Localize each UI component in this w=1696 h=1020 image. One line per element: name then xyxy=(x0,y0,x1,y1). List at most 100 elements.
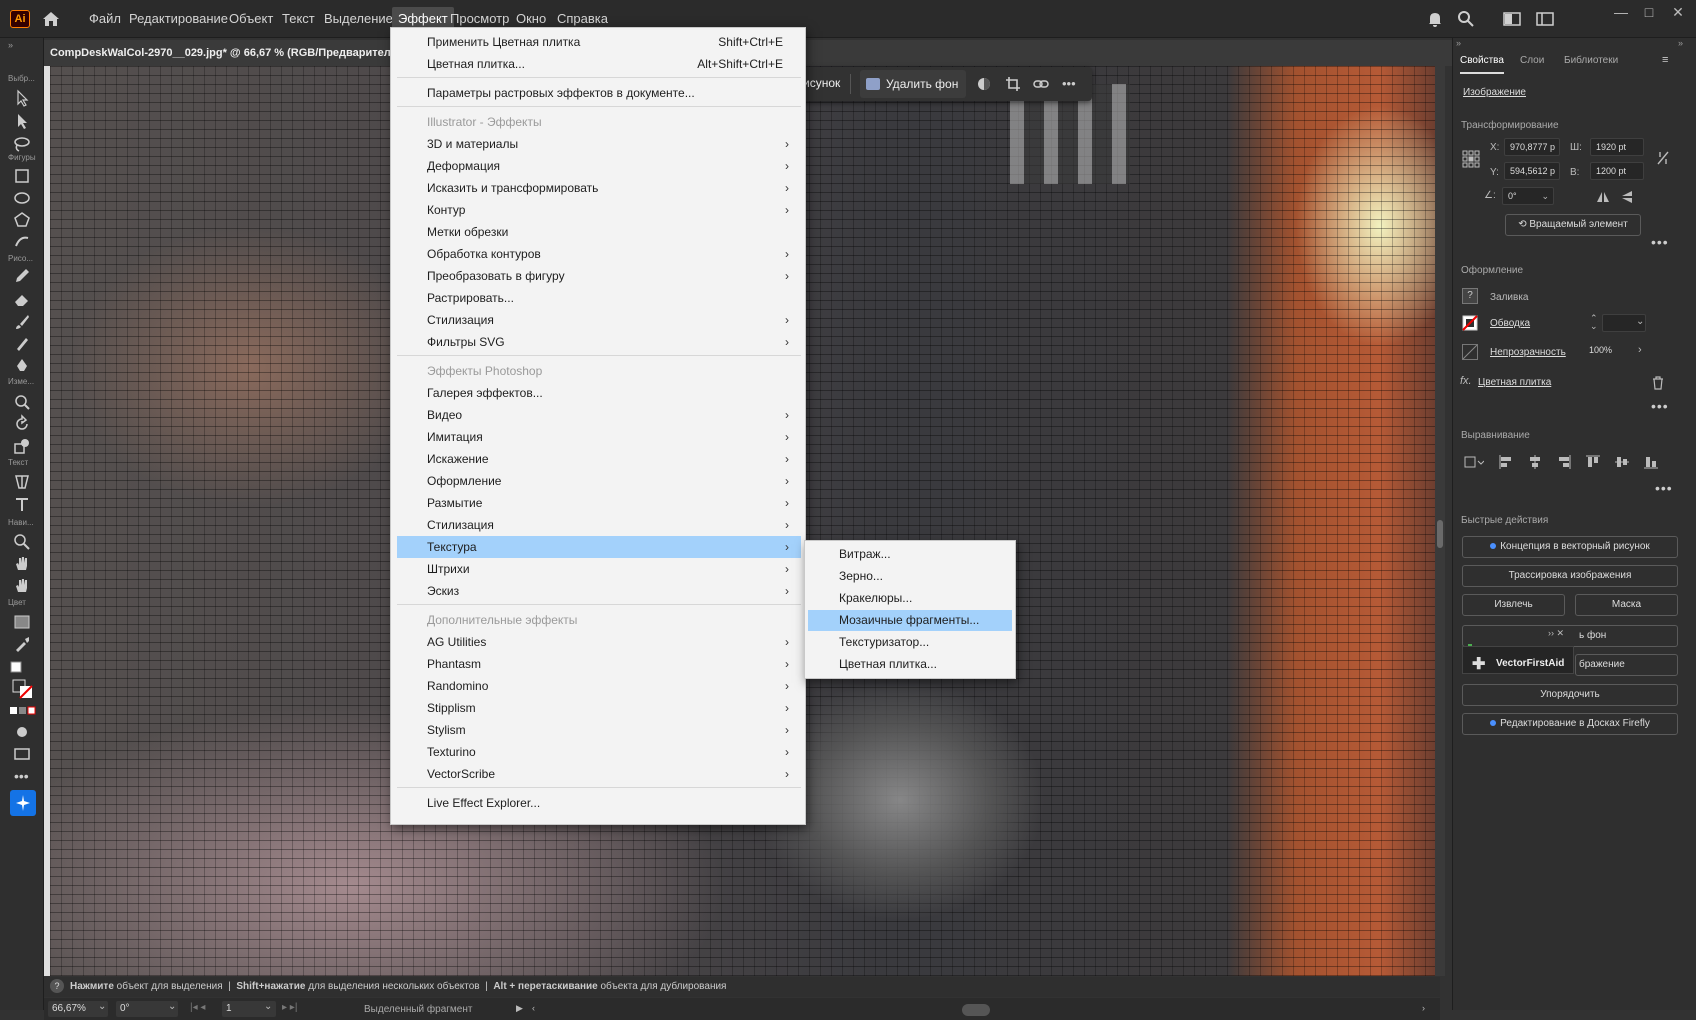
blob-brush-tool-icon[interactable] xyxy=(12,334,34,354)
menu-stylize-illustrator[interactable]: Стилизация › xyxy=(397,309,801,331)
eyedropper-tool-icon[interactable] xyxy=(12,634,34,654)
opacity-icon[interactable] xyxy=(1462,344,1478,360)
artboard-prev-icons[interactable]: |◂ ◂ xyxy=(190,1002,205,1013)
scroll-right-icon[interactable]: › xyxy=(1422,1003,1425,1013)
align-hcenter-icon[interactable] xyxy=(1527,454,1543,470)
shaper-tool-icon[interactable] xyxy=(12,232,34,252)
zoom-dropdown-icon[interactable]: ⌄ xyxy=(98,1001,106,1012)
link-icon[interactable] xyxy=(1033,76,1049,92)
menu-stipplism[interactable]: Stipplism › xyxy=(397,697,801,719)
remove-bg-button[interactable]: ь фон xyxy=(1462,625,1678,647)
bell-icon[interactable] xyxy=(1425,9,1445,29)
direct-selection-tool-icon[interactable] xyxy=(12,111,34,131)
close-button[interactable]: ✕ xyxy=(1667,4,1689,20)
screen-mode-icon[interactable] xyxy=(12,744,34,764)
tab-layers[interactable]: Слои xyxy=(1520,48,1544,74)
trash-icon[interactable] xyxy=(1652,376,1664,390)
menu-blur[interactable]: Размытие › xyxy=(397,492,801,514)
help-icon[interactable]: ? xyxy=(50,979,64,994)
eraser-tool-icon[interactable] xyxy=(12,289,34,309)
angle-field[interactable]: 0° ⌄ xyxy=(1502,187,1554,205)
image-button-partial[interactable]: бражение xyxy=(1575,654,1678,676)
vertical-scrollbar-thumb[interactable] xyxy=(1437,520,1443,548)
horizontal-scrollbar-thumb[interactable] xyxy=(962,1004,990,1016)
menu-text[interactable]: Текст xyxy=(276,0,321,38)
flip-horizontal-icon[interactable] xyxy=(1596,190,1610,204)
scale-tool-icon[interactable] xyxy=(12,436,34,456)
type-tool-icon[interactable] xyxy=(12,494,34,514)
vectorize-button[interactable]: Концепция в векторный рисунок xyxy=(1462,536,1678,558)
menu-effect-gallery[interactable]: Галерея эффектов... xyxy=(397,382,801,404)
transform-more-icon[interactable]: ••• xyxy=(1651,234,1669,250)
arrange-button[interactable]: Упорядочить xyxy=(1462,684,1678,706)
menu-distort-transform[interactable]: Исказить и трансформировать › xyxy=(397,177,801,199)
draw-mode-icon[interactable] xyxy=(12,722,34,742)
submenu-stained-glass[interactable]: Витраж... xyxy=(808,544,1012,565)
workspace-icon[interactable] xyxy=(1535,9,1555,29)
plugin-plus-icon[interactable]: ✚ xyxy=(1472,654,1485,674)
firefly-edit-button[interactable]: Редактирование в Досках Firefly xyxy=(1462,713,1678,735)
menu-live-effect-explorer[interactable]: Live Effect Explorer... xyxy=(397,792,801,814)
align-more-icon[interactable]: ••• xyxy=(1655,480,1673,496)
submenu-grain[interactable]: Зерно... xyxy=(808,566,1012,587)
rotation-dropdown-icon[interactable]: ⌄ xyxy=(168,1001,176,1012)
ctx-more-icon[interactable]: ••• xyxy=(1062,76,1078,92)
tab-libraries[interactable]: Библиотеки xyxy=(1564,48,1618,74)
scroll-left-icon[interactable]: ‹ xyxy=(532,1003,535,1013)
menu-sketch[interactable]: Эскиз › xyxy=(397,580,801,602)
home-icon[interactable] xyxy=(40,8,62,30)
brush-tool-icon[interactable] xyxy=(12,312,34,332)
menu-rasterize[interactable]: Растрировать... xyxy=(397,287,801,309)
menu-design[interactable]: Оформление › xyxy=(397,470,801,492)
rotate-tool-icon[interactable] xyxy=(12,414,34,434)
x-field[interactable]: 970,8777 p xyxy=(1504,138,1560,156)
gradient-tool-icon[interactable] xyxy=(12,612,34,632)
selection-tool-icon[interactable] xyxy=(12,88,34,108)
menu-svg-filters[interactable]: Фильтры SVG › xyxy=(397,331,801,353)
menu-last-effect[interactable]: Цветная плитка... Alt+Shift+Ctrl+E xyxy=(397,53,801,75)
submenu-mosaic-tiles[interactable]: Мозаичные фрагменты... xyxy=(808,610,1012,631)
align-top-icon[interactable] xyxy=(1585,454,1601,470)
menu-texturino[interactable]: Texturino › xyxy=(397,741,801,763)
lasso-tool-icon[interactable] xyxy=(12,134,34,154)
pencil-tool-icon[interactable] xyxy=(12,266,34,286)
mask-button[interactable]: Маска xyxy=(1575,594,1678,616)
menu-convert-to-shape[interactable]: Преобразовать в фигуру › xyxy=(397,265,801,287)
ellipse-tool-icon[interactable] xyxy=(12,188,34,208)
panel-menu-icon[interactable]: ≡ xyxy=(1662,54,1668,66)
fill-stroke-swatches[interactable] xyxy=(10,660,36,700)
opacity-link[interactable]: Непрозрачность xyxy=(1490,347,1566,358)
maximize-button[interactable]: □ xyxy=(1638,4,1660,20)
rectangle-tool-icon[interactable] xyxy=(12,166,34,186)
polygon-tool-icon[interactable] xyxy=(12,210,34,230)
mask-icon[interactable] xyxy=(976,76,992,92)
color-mode-icons[interactable] xyxy=(10,705,36,717)
pen-tool-icon[interactable] xyxy=(12,356,34,376)
y-field[interactable]: 594,5612 p xyxy=(1504,162,1560,180)
effect-applied-link[interactable]: Цветная плитка xyxy=(1478,377,1551,388)
constrain-proportions-icon[interactable] xyxy=(1656,150,1670,166)
menu-ag-utilities[interactable]: AG Utilities › xyxy=(397,631,801,653)
ctx-vectorize-label[interactable]: исунок xyxy=(803,76,840,90)
menu-artistic[interactable]: Имитация › xyxy=(397,426,801,448)
menu-stylism[interactable]: Stylism › xyxy=(397,719,801,741)
status-menu-arrow-icon[interactable]: ▶ xyxy=(516,1003,523,1014)
menu-apply-last-effect[interactable]: Применить Цветная плитка Shift+Ctrl+E xyxy=(397,31,801,53)
search-icon[interactable] xyxy=(1456,9,1476,29)
generative-tool-icon[interactable] xyxy=(10,790,36,816)
extract-button[interactable]: Извлечь xyxy=(1462,594,1565,616)
menu-video[interactable]: Видео › xyxy=(397,404,801,426)
panel-collapse-right-icon[interactable]: » xyxy=(1678,38,1683,48)
menu-phantasm[interactable]: Phantasm › xyxy=(397,653,801,675)
align-bottom-icon[interactable] xyxy=(1643,454,1659,470)
image-trace-button[interactable]: Трассировка изображения xyxy=(1462,565,1678,587)
collapse-toolbar-icon[interactable]: » xyxy=(8,40,13,50)
type-on-path-tool-icon[interactable] xyxy=(12,472,34,492)
opacity-field[interactable]: 100% xyxy=(1584,342,1632,360)
menu-select[interactable]: Выделение xyxy=(318,0,399,38)
submenu-patchwork[interactable]: Цветная плитка... xyxy=(808,654,1012,675)
stroke-link[interactable]: Обводка xyxy=(1490,318,1530,329)
align-right-icon[interactable] xyxy=(1556,454,1572,470)
panel-collapse-left-icon[interactable]: » xyxy=(1456,38,1461,48)
menu-randomino[interactable]: Randomino › xyxy=(397,675,801,697)
